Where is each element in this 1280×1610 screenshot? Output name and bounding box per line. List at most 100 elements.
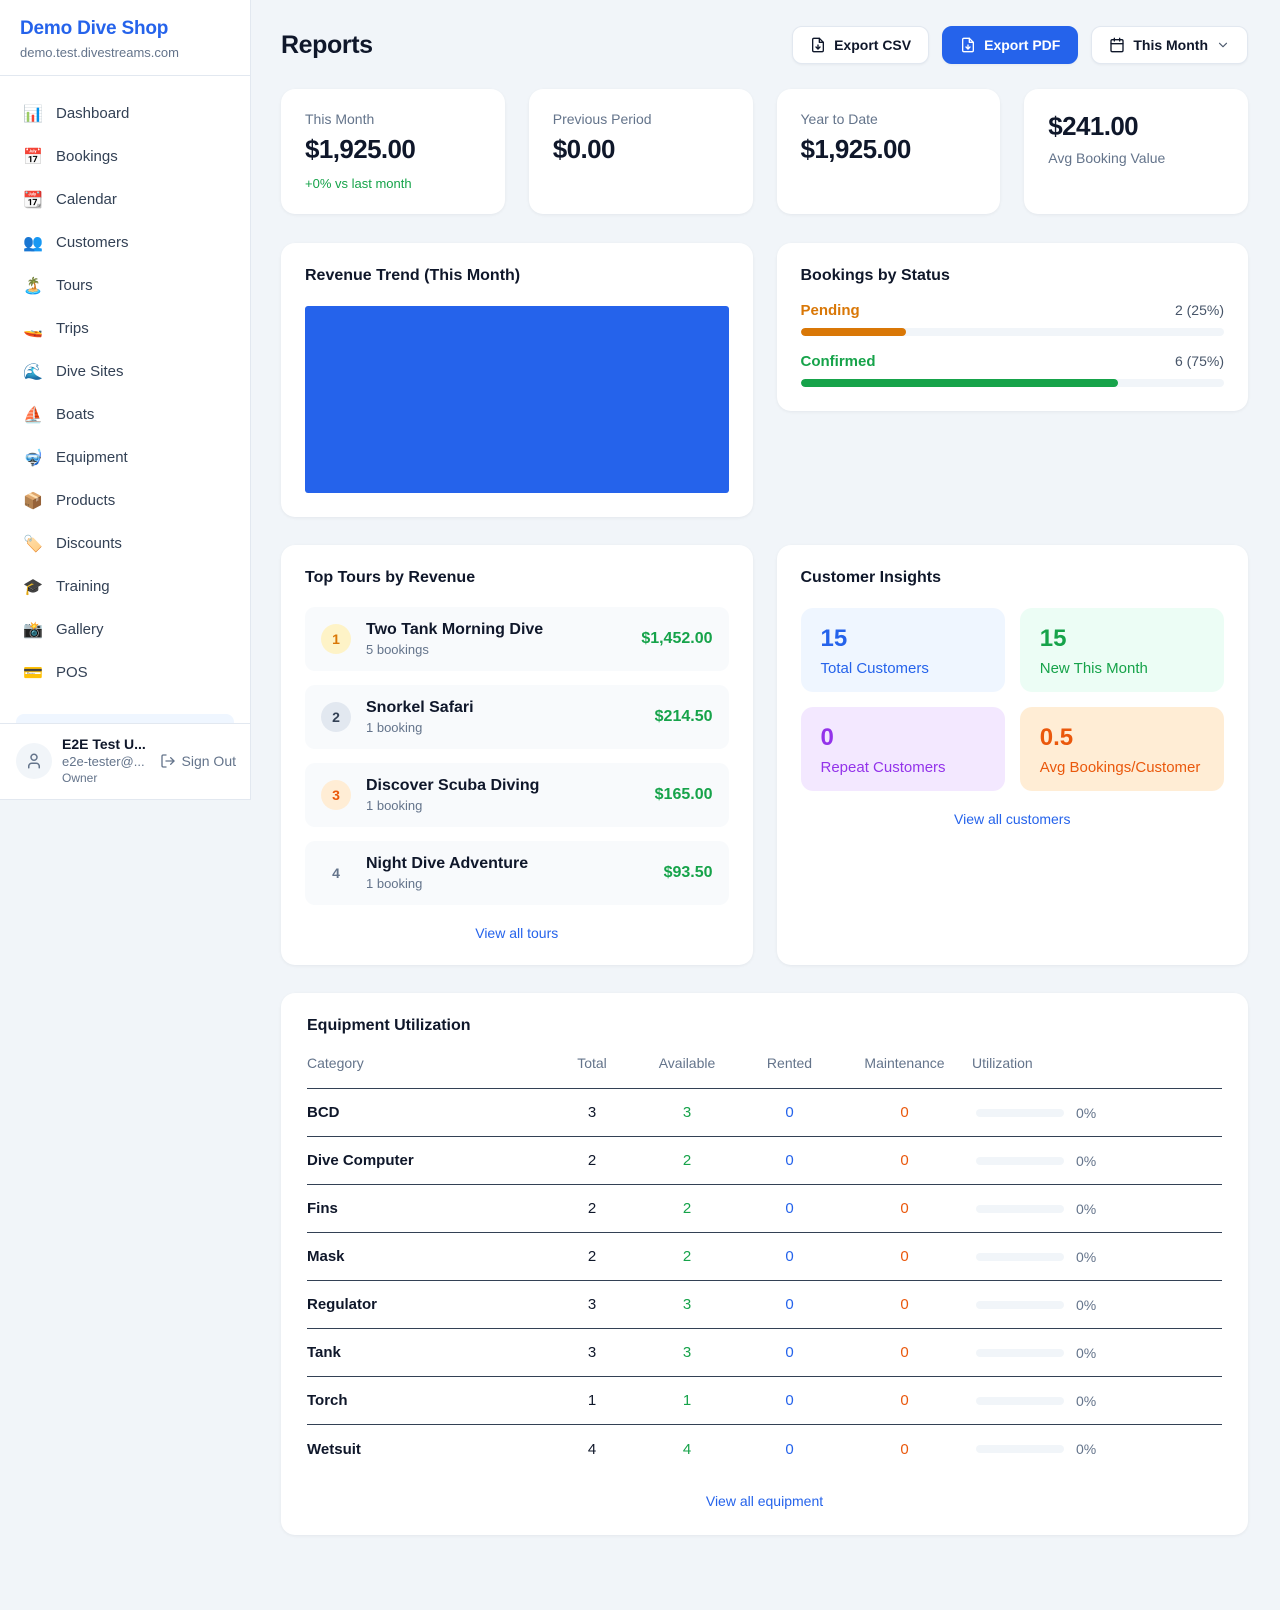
- equipment-available: 3: [632, 1104, 742, 1121]
- status-row-confirmed: Confirmed 6 (75%): [801, 353, 1225, 387]
- sidebar-item-trips[interactable]: 🚤 Trips: [12, 307, 238, 350]
- export-csv-label: Export CSV: [834, 37, 911, 53]
- rank-badge: 2: [321, 702, 351, 732]
- table-row: Tank 3 3 0 0 0%: [307, 1329, 1222, 1377]
- tour-row: 4 Night Dive Adventure 1 booking $93.50: [305, 841, 729, 905]
- tour-bookings: 1 booking: [366, 876, 528, 891]
- equipment-category: Mask: [307, 1248, 552, 1265]
- status-bar-fill: [801, 379, 1119, 387]
- equipment-table-header: Category Total Available Rented Maintena…: [307, 1035, 1222, 1089]
- view-all-customers-link[interactable]: View all customers: [801, 811, 1225, 827]
- sidebar-item-equipment[interactable]: 🤿 Equipment: [12, 436, 238, 479]
- log-out-icon: [160, 753, 176, 769]
- equipment-category: Fins: [307, 1200, 552, 1217]
- equipment-utilization-cell: 0%: [972, 1393, 1222, 1409]
- sidebar-item-dashboard[interactable]: 📊 Dashboard: [12, 92, 238, 135]
- tour-revenue: $1,452.00: [641, 630, 712, 648]
- period-selector-label: This Month: [1133, 37, 1208, 53]
- sidebar-item-training[interactable]: 🎓 Training: [12, 565, 238, 608]
- status-bar-fill: [801, 328, 907, 336]
- utilization-bar-track: [976, 1397, 1064, 1405]
- status-label: Pending: [801, 302, 860, 319]
- equipment-maintenance: 0: [837, 1392, 972, 1409]
- user-section: E2E Test U... e2e-tester@... Owner Sign …: [0, 723, 250, 799]
- equipment-rented: 0: [742, 1248, 837, 1265]
- stat-delta: +0% vs last month: [305, 176, 481, 191]
- equipment-category: Wetsuit: [307, 1441, 552, 1458]
- top-tours-panel: Top Tours by Revenue 1 Two Tank Morning …: [281, 545, 753, 965]
- sidebar-item-boats[interactable]: ⛵ Boats: [12, 393, 238, 436]
- utilization-percent: 0%: [1076, 1153, 1096, 1169]
- stat-label: Previous Period: [553, 111, 729, 127]
- shop-name: Demo Dive Shop: [20, 18, 230, 40]
- tour-bookings: 1 booking: [366, 720, 474, 735]
- equipment-total: 1: [552, 1392, 632, 1409]
- equipment-utilization-title: Equipment Utilization: [307, 1017, 1222, 1035]
- utilization-bar-track: [976, 1253, 1064, 1261]
- utilization-percent: 0%: [1076, 1249, 1096, 1265]
- equipment-utilization-cell: 0%: [972, 1105, 1222, 1121]
- calendar-icon: 📆: [23, 190, 43, 210]
- tour-name: Night Dive Adventure: [366, 855, 528, 873]
- sidebar-item-dive-sites[interactable]: 🌊 Dive Sites: [12, 350, 238, 393]
- insight-label: Total Customers: [821, 660, 985, 677]
- sign-out-button[interactable]: Sign Out: [160, 753, 236, 769]
- sidebar-item-discounts[interactable]: 🏷️ Discounts: [12, 522, 238, 565]
- sidebar-item-calendar[interactable]: 📆 Calendar: [12, 178, 238, 221]
- dashboard-icon: 📊: [23, 104, 43, 124]
- sidebar-item-tours[interactable]: 🏝️ Tours: [12, 264, 238, 307]
- tour-bookings: 5 bookings: [366, 642, 543, 657]
- equipment-utilization-cell: 0%: [972, 1297, 1222, 1313]
- view-all-equipment-link[interactable]: View all equipment: [307, 1493, 1222, 1509]
- equipment-total: 3: [552, 1296, 632, 1313]
- column-header-total: Total: [552, 1055, 632, 1071]
- charts-row: Revenue Trend (This Month) Bookings by S…: [281, 243, 1248, 517]
- export-pdf-button[interactable]: Export PDF: [942, 26, 1078, 64]
- sidebar-item-bookings[interactable]: 📅 Bookings: [12, 135, 238, 178]
- equipment-category: Tank: [307, 1344, 552, 1361]
- sidebar-item-label: POS: [56, 664, 88, 681]
- user-icon: [25, 752, 43, 770]
- tour-name: Snorkel Safari: [366, 699, 474, 717]
- sidebar-item-customers[interactable]: 👥 Customers: [12, 221, 238, 264]
- shop-domain: demo.test.divestreams.com: [20, 45, 230, 60]
- export-csv-button[interactable]: Export CSV: [792, 26, 929, 64]
- equipment-total: 3: [552, 1104, 632, 1121]
- top-tours-title: Top Tours by Revenue: [305, 569, 729, 587]
- stat-label: Year to Date: [801, 111, 977, 127]
- sidebar-item-pos[interactable]: 💳 POS: [12, 651, 238, 694]
- sidebar-item-label: Trips: [56, 320, 89, 337]
- user-name: E2E Test U...: [62, 736, 150, 752]
- utilization-percent: 0%: [1076, 1345, 1096, 1361]
- sidebar-item-label: Equipment: [56, 449, 128, 466]
- stat-card-previous-period: Previous Period $0.00: [529, 89, 753, 214]
- status-row-pending: Pending 2 (25%): [801, 302, 1225, 336]
- equipment-available: 2: [632, 1248, 742, 1265]
- utilization-bar-track: [976, 1109, 1064, 1117]
- sidebar-item-reports-active-partial[interactable]: [16, 714, 234, 723]
- page-title: Reports: [281, 31, 373, 60]
- user-email: e2e-tester@...: [62, 754, 150, 769]
- table-row: Regulator 3 3 0 0 0%: [307, 1281, 1222, 1329]
- equipment-category: Dive Computer: [307, 1152, 552, 1169]
- equipment-available: 3: [632, 1344, 742, 1361]
- sidebar-item-label: Products: [56, 492, 115, 509]
- equipment-maintenance: 0: [837, 1200, 972, 1217]
- sidebar: Demo Dive Shop demo.test.divestreams.com…: [0, 0, 251, 800]
- tour-name: Two Tank Morning Dive: [366, 621, 543, 639]
- page-header: Reports Export CSV Export PDF This Month: [281, 26, 1248, 64]
- tour-revenue: $165.00: [655, 786, 713, 804]
- equipment-utilization-cell: 0%: [972, 1201, 1222, 1217]
- stat-card-year-to-date: Year to Date $1,925.00: [777, 89, 1001, 214]
- equipment-total: 2: [552, 1200, 632, 1217]
- rank-badge: 4: [321, 858, 351, 888]
- insight-tile-avg-bookings: 0.5 Avg Bookings/Customer: [1020, 707, 1224, 791]
- view-all-tours-link[interactable]: View all tours: [305, 925, 729, 941]
- sidebar-item-label: Calendar: [56, 191, 117, 208]
- insight-value: 15: [1040, 625, 1204, 653]
- sidebar-item-gallery[interactable]: 📸 Gallery: [12, 608, 238, 651]
- sidebar-item-label: Tours: [56, 277, 93, 294]
- period-selector-dropdown[interactable]: This Month: [1091, 26, 1248, 64]
- sidebar-item-products[interactable]: 📦 Products: [12, 479, 238, 522]
- equipment-rented: 0: [742, 1104, 837, 1121]
